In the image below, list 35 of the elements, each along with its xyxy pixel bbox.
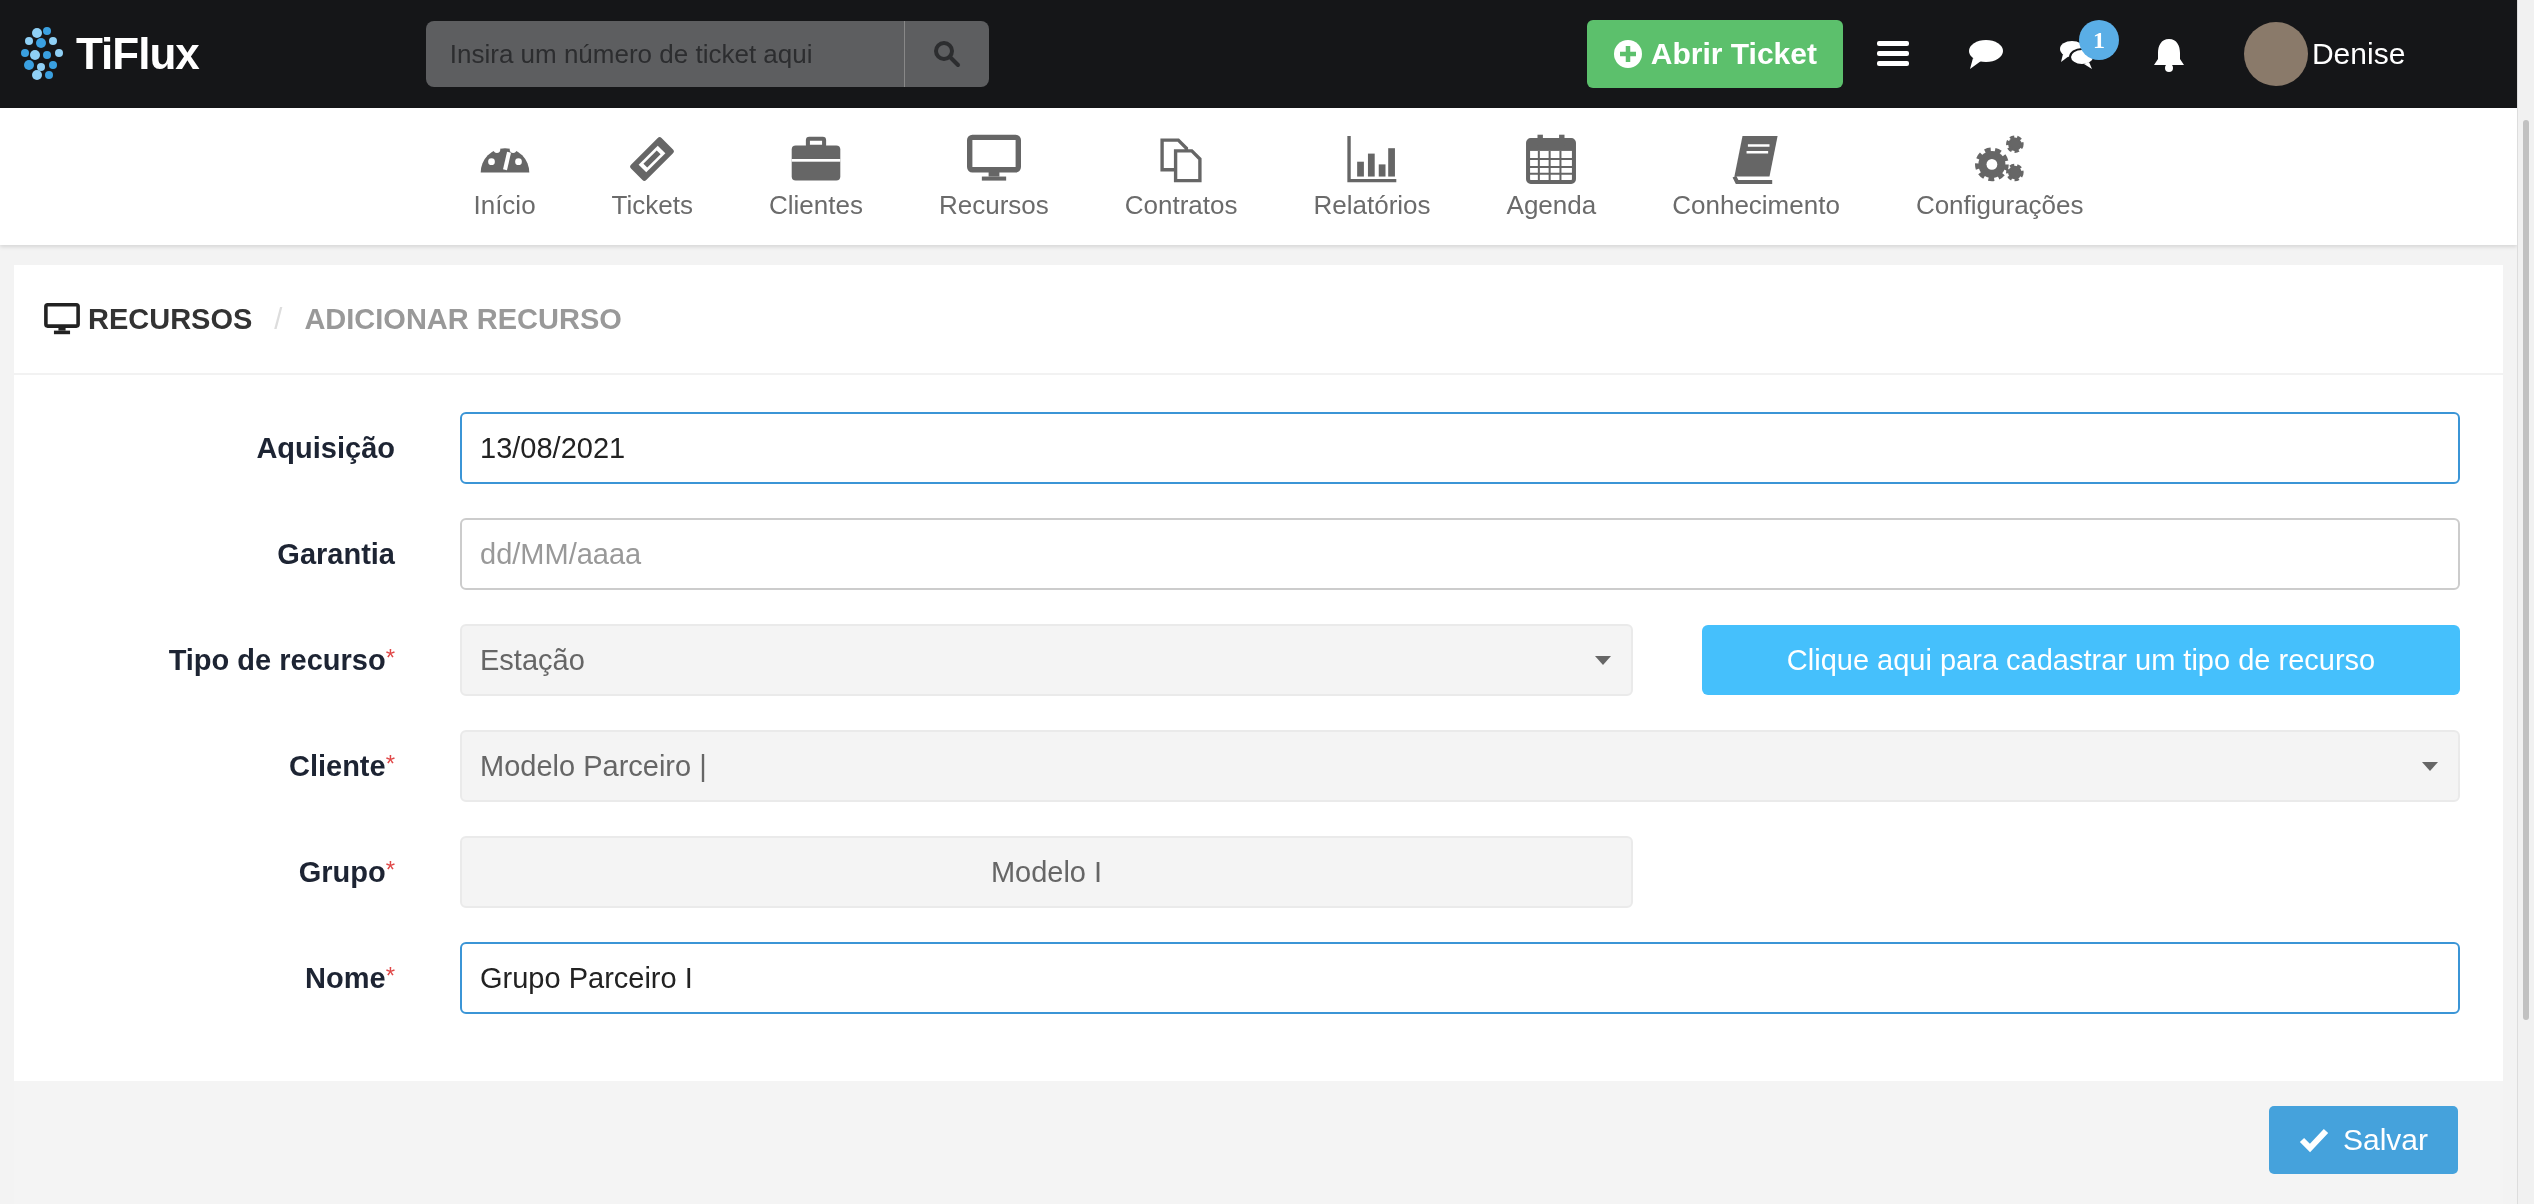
nav-item[interactable]: Agenda: [1468, 132, 1635, 221]
field-label: Grupo*: [297, 855, 395, 889]
input-field[interactable]: dd/MM/aaaa: [460, 518, 2460, 590]
user-name[interactable]: Denise: [2311, 37, 2406, 71]
nav-item[interactable]: Relatórios: [1275, 132, 1469, 221]
dropdown[interactable]: Estação: [460, 624, 1633, 696]
field-label: Nome*: [304, 961, 395, 995]
field-label: Garantia: [276, 537, 395, 571]
nav-item[interactable]: Clientes: [731, 132, 901, 221]
readonly-field: Modelo I: [460, 836, 1633, 908]
field-label: Aquisição: [255, 431, 395, 465]
nav-item[interactable]: Início: [435, 132, 574, 221]
calendar-icon: [1524, 132, 1579, 186]
nav-item[interactable]: Tickets: [573, 132, 731, 221]
nav-item[interactable]: Contratos: [1086, 132, 1276, 221]
plus-circle-icon: [1612, 39, 1643, 69]
nav-item[interactable]: Recursos: [900, 132, 1087, 221]
dropdown[interactable]: Modelo Parceiro |: [460, 730, 2460, 802]
notification-badge: 1: [2078, 20, 2119, 60]
caret-icon: [1593, 653, 1613, 667]
breadcrumb-separator: /: [274, 302, 283, 336]
monitor-icon: [44, 302, 80, 336]
nav-item[interactable]: Conhecimento: [1634, 132, 1878, 221]
breadcrumb-current: ADICIONAR RECURSO: [304, 302, 622, 336]
save-button[interactable]: Salvar: [2268, 1106, 2458, 1174]
field-label: Cliente*: [287, 749, 395, 783]
nav-item[interactable]: Configurações: [1877, 132, 2122, 221]
input-field[interactable]: 13/08/2021: [460, 412, 2460, 484]
checkmark-icon: [2298, 1127, 2329, 1153]
logo-text: TiFlux: [76, 29, 199, 79]
breadcrumb-link[interactable]: RECURSOS: [88, 302, 253, 336]
search-icon: [931, 39, 962, 69]
caret-icon: [2420, 759, 2440, 773]
field-label: Tipo de recurso*: [167, 643, 395, 677]
input-field[interactable]: Grupo Parceiro I: [460, 942, 2460, 1014]
